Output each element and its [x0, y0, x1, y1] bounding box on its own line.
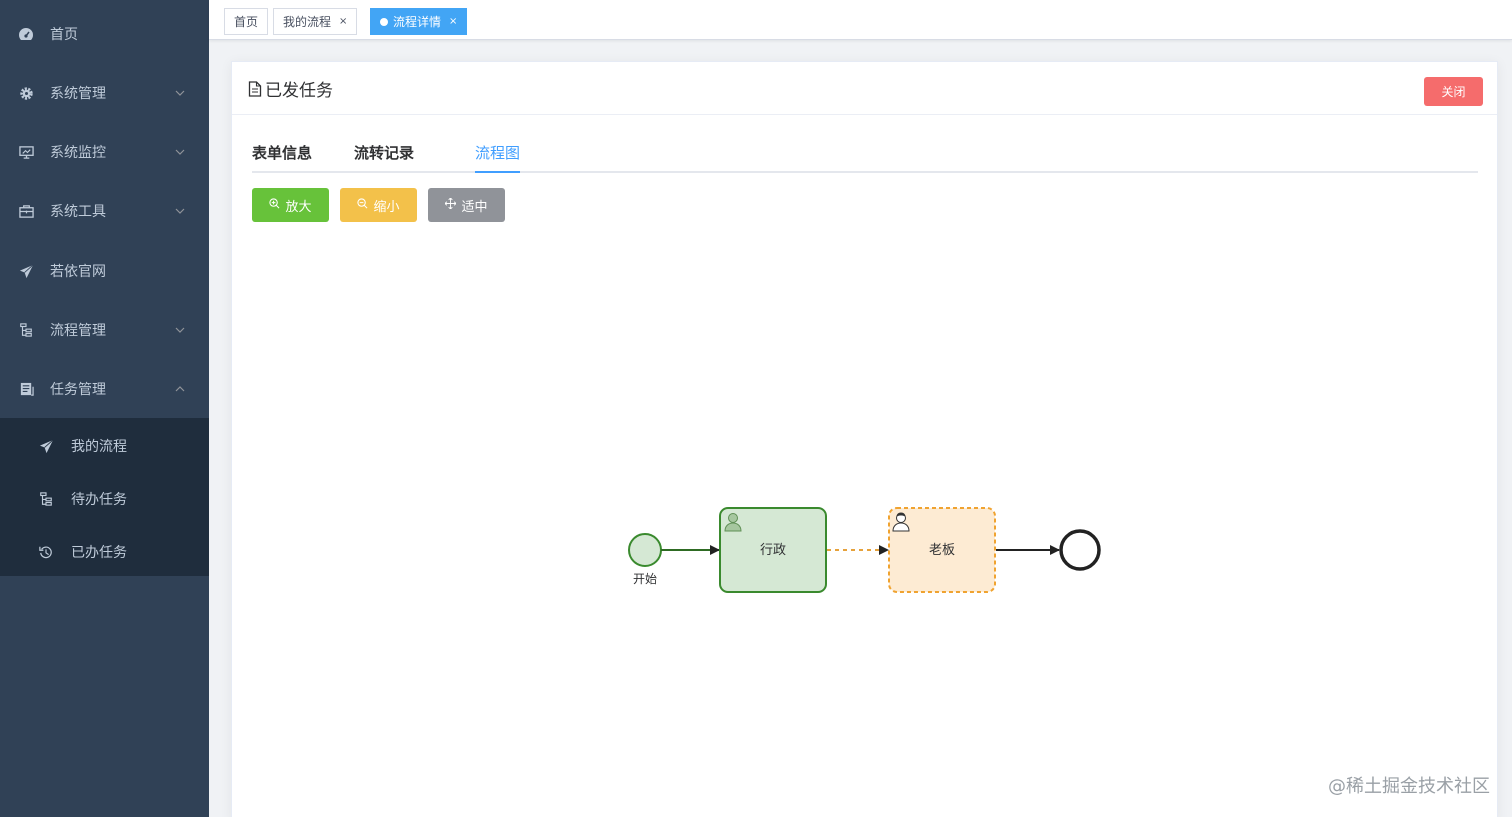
zoom-out-button[interactable]: 缩小 [340, 188, 417, 222]
chevron-down-icon [174, 324, 186, 336]
toolbox-icon [18, 203, 34, 219]
document-icon [18, 381, 34, 397]
sidebar-item-home[interactable]: 首页 [0, 6, 209, 62]
sidebar: 首页 系统管理 系统监控 系统工具 若依官网 流程管理 任务管理 我的流程 待办… [0, 0, 209, 817]
watermark: @稀土掘金技术社区 [1328, 776, 1490, 797]
paper-plane-icon [18, 263, 34, 279]
tree-icon [38, 491, 54, 507]
task-boss-label: 老板 [929, 543, 955, 558]
close-icon[interactable]: × [339, 16, 347, 27]
tags-view: 首页 我的流程 × 流程详情 × [209, 0, 1512, 40]
sidebar-item-label: 系统监控 [50, 145, 106, 161]
sidebar-item-label: 系统管理 [50, 86, 106, 102]
history-icon [38, 544, 54, 560]
tag-label: 我的流程 [283, 15, 332, 29]
close-button[interactable]: 关闭 [1424, 77, 1483, 106]
start-event[interactable] [628, 533, 662, 567]
sidebar-item-label: 首页 [50, 27, 78, 43]
sidebar-item-task-management[interactable]: 任务管理 [0, 361, 209, 417]
sidebar-item-system-management[interactable]: 系统管理 [0, 65, 209, 121]
chevron-down-icon [174, 87, 186, 99]
tab-flow-chart[interactable]: 流程图 [475, 142, 520, 163]
chevron-down-icon [174, 146, 186, 158]
submenu-item-label: 已办任务 [71, 545, 127, 561]
task-admin-label: 行政 [760, 543, 786, 558]
tag-my-process[interactable]: 我的流程 × [273, 8, 358, 35]
fit-button[interactable]: 适中 [428, 188, 505, 222]
start-event-label: 开始 [633, 572, 657, 586]
fit-label: 适中 [461, 199, 488, 215]
dashboard-icon [18, 26, 34, 42]
close-icon[interactable]: × [449, 16, 457, 27]
tag-label: 首页 [234, 15, 259, 29]
sidebar-item-label: 流程管理 [50, 323, 106, 339]
sidebar-item-system-monitor[interactable]: 系统监控 [0, 124, 209, 180]
tag-process-detail[interactable]: 流程详情 × [370, 8, 468, 35]
tag-label: 流程详情 [393, 15, 442, 29]
sidebar-item-official-site[interactable]: 若依官网 [0, 243, 209, 299]
page-title: 已发任务 [248, 76, 333, 101]
sidebar-item-label: 系统工具 [50, 204, 106, 220]
submenu-item-todo-tasks[interactable]: 待办任务 [0, 473, 209, 525]
zoom-out-icon [357, 198, 368, 212]
submenu-item-my-process[interactable]: 我的流程 [0, 420, 209, 472]
monitor-icon [18, 144, 34, 160]
move-icon [445, 197, 457, 212]
submenu-item-label: 待办任务 [71, 492, 127, 508]
gear-icon [18, 85, 34, 101]
active-dot-icon [380, 17, 388, 26]
zoom-in-icon [269, 198, 280, 212]
task-submenu: 我的流程 待办任务 已办任务 [0, 418, 209, 576]
tab-active-indicator [475, 171, 520, 173]
sidebar-item-label: 若依官网 [50, 264, 106, 280]
tab-flow-records[interactable]: 流转记录 [354, 142, 414, 163]
zoom-in-button[interactable]: 放大 [252, 188, 329, 222]
card-header: 已发任务 关闭 [232, 62, 1497, 115]
sidebar-item-system-tools[interactable]: 系统工具 [0, 183, 209, 239]
sidebar-item-label: 任务管理 [50, 382, 106, 398]
chevron-up-icon [174, 383, 186, 395]
zoom-out-label: 缩小 [373, 199, 400, 215]
tab-form-info[interactable]: 表单信息 [252, 142, 312, 163]
submenu-item-label: 我的流程 [71, 439, 127, 455]
document-icon [248, 80, 262, 97]
card-title-text: 已发任务 [265, 81, 333, 101]
process-detail-card: 已发任务 关闭 表单信息 流转记录 流程图 放大 缩小 适中 [231, 61, 1498, 817]
paper-plane-icon [38, 438, 54, 454]
tab-bar: 表单信息 流转记录 流程图 [252, 140, 1478, 173]
tree-icon [18, 322, 34, 338]
bpmn-diagram[interactable]: 开始 行政 老板 [600, 490, 1120, 600]
tag-home[interactable]: 首页 [224, 8, 269, 35]
submenu-item-done-tasks[interactable]: 已办任务 [0, 526, 209, 578]
sidebar-item-process-management[interactable]: 流程管理 [0, 302, 209, 358]
end-event[interactable] [1059, 529, 1101, 571]
chevron-down-icon [174, 205, 186, 217]
zoom-in-label: 放大 [285, 199, 312, 215]
